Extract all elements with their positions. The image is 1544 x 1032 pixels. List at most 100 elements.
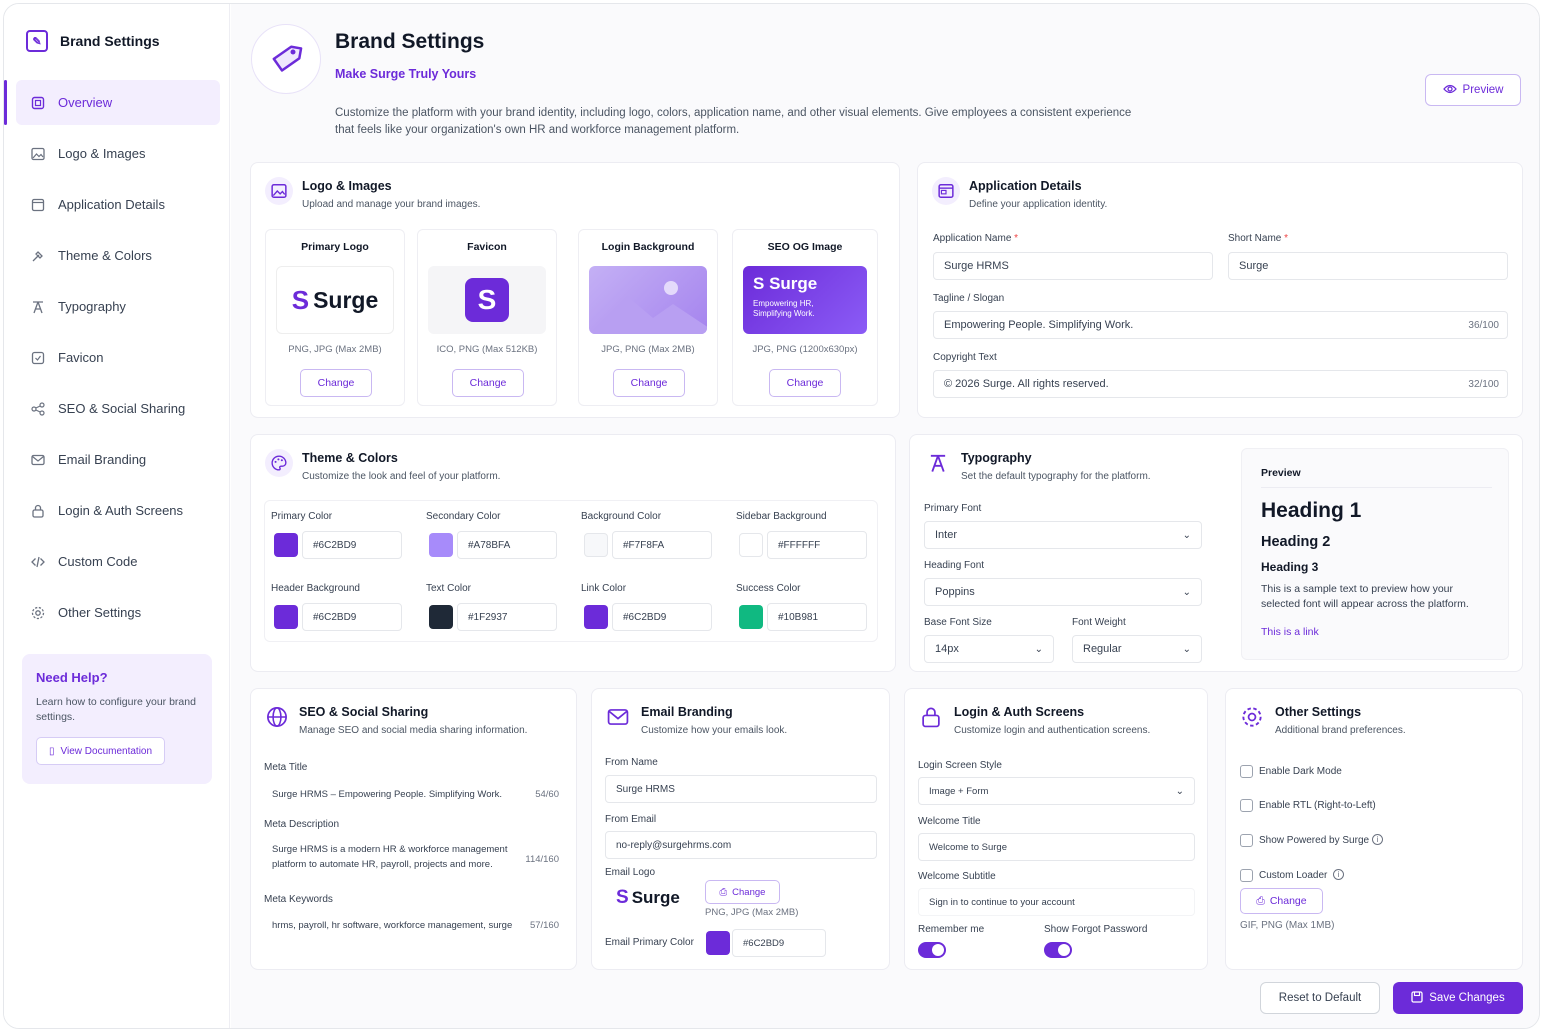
primary-color-swatch[interactable] [274,533,298,557]
seo-og-preview[interactable]: S Surge Empowering HR, Simplifying Work. [743,266,867,334]
short-name-input[interactable]: Surge [1228,252,1508,280]
primary-logo-change-button[interactable]: Change [300,369,372,397]
app-details-subtitle: Define your application identity. [969,199,1108,210]
sidebar-item-login-auth[interactable]: Login & Auth Screens [16,488,220,533]
email-title: Email Branding [641,705,733,719]
sidebar-background-swatch[interactable] [739,533,763,557]
tagline-input[interactable]: Empowering People. Simplifying Work. 36/1… [933,311,1508,339]
remember-me-toggle[interactable] [918,942,946,958]
sidebar-item-custom-code[interactable]: Custom Code [16,539,220,584]
login-style-select[interactable]: Image + Form ⌄ [918,777,1195,805]
overview-icon [30,95,46,111]
favicon-preview[interactable]: S [428,266,546,334]
primary-logo-format: PNG, JPG (Max 2MB) [288,344,382,355]
secondary-color-swatch[interactable] [429,533,453,557]
meta-description-input[interactable]: Surge HRMS is a modern HR & workforce ma… [264,836,567,880]
preview-link[interactable]: This is a link [1261,626,1319,638]
sidebar-item-email-branding[interactable]: Email Branding [16,437,220,482]
meta-keywords-input[interactable]: hrms, payroll, hr software, workforce ma… [264,911,567,939]
logo-images-title: Logo & Images [302,179,392,193]
forgot-password-toggle[interactable] [1044,942,1072,958]
text-color-input[interactable]: #1F2937 [457,603,557,631]
custom-loader-checkbox[interactable] [1240,869,1253,882]
sidebar-item-seo-social[interactable]: SEO & Social Sharing [16,386,220,431]
dark-mode-checkbox[interactable] [1240,765,1253,778]
mail-icon [30,452,46,468]
success-color-input[interactable]: #10B981 [767,603,867,631]
reset-label: Reset to Default [1278,992,1362,1004]
from-email-input[interactable]: no-reply@surgehrms.com [605,831,877,859]
favicon-change-button[interactable]: Change [452,369,524,397]
info-icon[interactable]: i [1333,869,1344,880]
seo-og-title: SEO OG Image [767,241,843,253]
rtl-checkbox[interactable] [1240,799,1253,812]
link-color-input[interactable]: #6C2BD9 [612,603,712,631]
heading-font-select[interactable]: Poppins ⌄ [924,578,1202,606]
email-primary-color-input[interactable]: #6C2BD9 [732,929,826,957]
surge-logo-mark-icon: S [616,887,629,908]
sidebar-item-label: Overview [58,95,113,110]
favicon-letter: S [477,284,497,315]
base-font-size-select[interactable]: 14px ⌄ [924,635,1054,663]
theme-colors-card: Theme & Colors Customize the look and fe… [250,434,896,672]
app-details-icon [30,197,46,213]
preview-button[interactable]: Preview [1425,74,1521,106]
sidebar-item-logo-images[interactable]: Logo & Images [16,131,220,176]
sidebar-item-other-settings[interactable]: Other Settings [16,590,220,635]
primary-logo-preview[interactable]: S Surge [276,266,394,334]
view-documentation-button[interactable]: ▯ View Documentation [36,737,166,765]
sidebar-background-input[interactable]: #FFFFFF [767,531,867,559]
secondary-color-input[interactable]: #A78BFA [457,531,557,559]
rtl-label: Enable RTL (Right-to-Left) [1259,800,1376,811]
sidebar-item-label: Email Branding [58,452,147,467]
chevron-down-icon: ⌄ [1175,785,1184,797]
login-background-preview[interactable] [589,266,707,334]
required-mark: * [1284,233,1289,244]
brand-settings-icon: ✎ [26,30,48,52]
from-name-input[interactable]: Surge HRMS [605,775,877,803]
header-background-swatch[interactable] [274,605,298,629]
login-background-format: JPG, PNG (Max 2MB) [601,344,695,355]
email-primary-color-swatch[interactable] [706,931,730,955]
favicon-icon [30,350,46,366]
sidebar-item-theme-colors[interactable]: Theme & Colors [16,233,220,278]
email-logo-change-button[interactable]: ⎙ Change [705,880,780,904]
welcome-title-label: Welcome Title [918,816,981,827]
tagline-counter: 36/100 [1468,319,1499,331]
link-color-swatch[interactable] [584,605,608,629]
font-weight-label: Font Weight [1072,617,1126,628]
meta-title-input[interactable]: Surge HRMS – Empowering People. Simplify… [264,780,567,808]
success-color-swatch[interactable] [739,605,763,629]
login-background-change-button[interactable]: Change [613,369,685,397]
save-changes-button[interactable]: Save Changes [1393,982,1523,1014]
og-logo: S Surge [753,274,857,294]
primary-font-select[interactable]: Inter ⌄ [924,521,1202,549]
custom-loader-change-button[interactable]: ⎙ Change [1240,888,1323,914]
welcome-subtitle-input[interactable]: Sign in to continue to your account [918,888,1195,916]
mail-icon [604,703,632,731]
reset-to-default-button[interactable]: Reset to Default [1260,982,1380,1014]
background-color-label: Background Color [581,511,662,522]
background-color-swatch[interactable] [584,533,608,557]
copyright-input[interactable]: © 2026 Surge. All rights reserved. 32/100 [933,370,1508,398]
sidebar-item-overview[interactable]: Overview [4,80,220,125]
sidebar-item-typography[interactable]: Typography [16,284,220,329]
sidebar-item-label: Typography [58,299,126,314]
sidebar-item-favicon[interactable]: Favicon [16,335,220,380]
app-name-input[interactable]: Surge HRMS [933,252,1213,280]
text-color-swatch[interactable] [429,605,453,629]
info-icon[interactable]: i [1372,834,1383,845]
background-color-input[interactable]: #F7F8FA [612,531,712,559]
seo-og-change-button[interactable]: Change [769,369,841,397]
from-name-label: From Name [605,757,658,768]
powered-by-checkbox[interactable] [1240,834,1253,847]
sidebar-item-label: Custom Code [58,554,138,569]
sidebar-item-application-details[interactable]: Application Details [16,182,220,227]
help-panel: Need Help? Learn how to configure your b… [22,654,212,784]
page-subtitle: Make Surge Truly Yours [335,67,477,81]
header-background-input[interactable]: #6C2BD9 [302,603,402,631]
welcome-title-input[interactable]: Welcome to Surge [918,833,1195,861]
preview-heading-3: Heading 3 [1261,560,1319,574]
primary-color-input[interactable]: #6C2BD9 [302,531,402,559]
font-weight-select[interactable]: Regular ⌄ [1072,635,1202,663]
